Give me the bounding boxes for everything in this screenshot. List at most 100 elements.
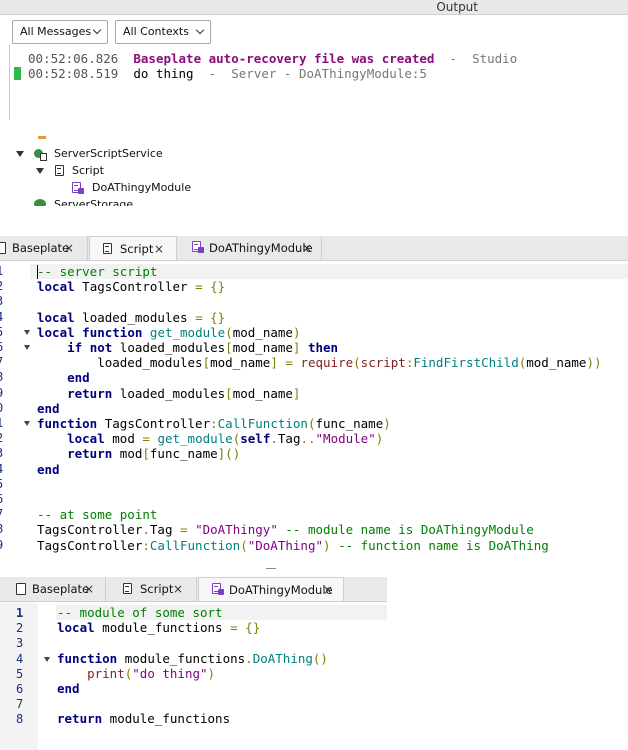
code-token: Tag	[149, 522, 180, 538]
code-token: ]()	[217, 446, 241, 462]
code-token: {}	[210, 279, 226, 295]
code-token: CallFunction	[149, 537, 241, 553]
line-number: 9	[0, 386, 3, 401]
log-timestamp: 00:52:06.826	[28, 51, 119, 66]
explorer-panel: ServerScriptService Script DoAThingyModu…	[0, 136, 200, 206]
code-line[interactable]: TagsController.Tag = "DoAThingy" -- modu…	[37, 522, 534, 537]
log-entry[interactable]: 00:52:06.826 Baseplate auto-recovery fil…	[28, 51, 517, 66]
code-token: )	[323, 537, 331, 553]
fold-arrow-icon[interactable]	[24, 329, 30, 335]
code-token: loaded_modules	[37, 355, 203, 371]
tab-baseplate[interactable]: Baseplate ×	[0, 236, 88, 260]
script-icon	[103, 243, 112, 254]
editor-tabbar: Baseplate × Script × DoAThingyModule ×	[0, 236, 628, 261]
tree-item-doathingymodule[interactable]: DoAThingyModule	[92, 180, 191, 196]
code-token: function	[37, 416, 98, 431]
code-token: module_functions	[117, 650, 246, 666]
fold-arrow-icon[interactable]	[44, 656, 50, 662]
scroll-indicator	[266, 568, 276, 569]
code-line[interactable]: function TagsController:CallFunction(fun…	[37, 416, 391, 431]
code-line[interactable]: local function get_module(mod_name)	[37, 325, 300, 340]
code-line[interactable]: end	[37, 370, 90, 385]
message-filter-dropdown[interactable]: All Messages	[12, 20, 108, 44]
code-line[interactable]: end	[37, 462, 60, 477]
code-token: mod	[112, 446, 143, 462]
code-line[interactable]: -- server script	[37, 264, 157, 279]
code-token: "do thing"	[132, 665, 208, 681]
code-token: =	[195, 309, 203, 325]
tab-label: DoAThingyModule	[229, 583, 333, 597]
expand-arrow-icon[interactable]	[36, 168, 44, 174]
code-token: ..	[300, 431, 316, 447]
fold-arrow-icon[interactable]	[24, 421, 30, 426]
baseplate-icon	[16, 583, 26, 595]
line-number: 5	[0, 325, 3, 340]
line-number: 5	[16, 666, 24, 681]
code-token: return	[57, 711, 103, 727]
tab-script[interactable]: Script ×	[107, 577, 197, 601]
tab-doathingymodule[interactable]: DoAThingyModule ×	[178, 236, 322, 260]
tab-baseplate[interactable]: Baseplate ×	[0, 577, 106, 601]
log-source: Studio	[472, 51, 518, 66]
tab-script[interactable]: Script ×	[89, 236, 177, 260]
code-token: Tag	[277, 431, 301, 447]
code-token: TagsController	[97, 416, 211, 431]
close-icon[interactable]: ×	[84, 577, 94, 601]
code-token: function	[82, 324, 143, 340]
code-line[interactable]: TagsController:CallFunction("DoAThing") …	[37, 538, 549, 553]
code-token: mod_name	[210, 355, 271, 371]
code-line[interactable]: if not loaded_modules[mod_name] then	[37, 340, 338, 355]
close-icon[interactable]: ×	[154, 237, 164, 261]
log-entry[interactable]: 00:52:08.519 do thing - Server - DoAThin…	[28, 66, 427, 81]
tree-item-script[interactable]: Script	[72, 163, 104, 179]
tab-label: Script	[140, 582, 174, 596]
code-token: return	[67, 446, 113, 462]
code-area[interactable]: -- server script local TagsController = {…	[37, 264, 628, 564]
close-icon[interactable]: ×	[323, 578, 333, 602]
code-line[interactable]: -- at some point	[37, 507, 157, 522]
code-token: CallFunction	[217, 416, 308, 431]
code-line[interactable]: print("do thing")	[57, 666, 215, 681]
code-line[interactable]: loaded_modules[mod_name] = require(scrip…	[37, 355, 601, 371]
line-number: 7	[0, 355, 3, 370]
code-line[interactable]: local mod = get_module(self.Tag.."Module…	[37, 431, 383, 446]
code-editor-module[interactable]: 12345678 -- module of some sort local mod…	[0, 603, 387, 750]
code-token: end	[37, 400, 60, 416]
code-line[interactable]: function module_functions.DoAThing()	[57, 651, 328, 666]
close-icon[interactable]: ×	[64, 236, 74, 260]
tab-doathingymodule[interactable]: DoAThingyModule ×	[198, 577, 344, 601]
code-line[interactable]: local loaded_modules = {}	[37, 310, 225, 325]
code-line[interactable]: end	[57, 681, 80, 696]
code-line[interactable]: return mod[func_name]()	[37, 446, 240, 461]
code-token: if	[67, 340, 83, 355]
code-area[interactable]: -- module of some sort local module_funct…	[57, 605, 387, 745]
code-token: [	[142, 446, 150, 462]
code-line[interactable]: return module_functions	[57, 711, 230, 726]
tree-item-serverstorage[interactable]: ServerStorage	[54, 197, 133, 206]
code-line[interactable]: end	[37, 401, 60, 416]
code-line[interactable]: local module_functions = {}	[57, 620, 260, 635]
output-divider	[9, 45, 10, 120]
tab-label: Baseplate	[32, 582, 90, 596]
close-icon[interactable]: ×	[173, 577, 183, 601]
code-line[interactable]: -- module of some sort	[57, 605, 223, 620]
code-token: local	[37, 279, 75, 295]
log-timestamp: 00:52:08.519	[28, 66, 119, 81]
context-filter-dropdown[interactable]: All Contexts	[115, 20, 211, 44]
baseplate-icon	[0, 242, 6, 254]
expand-arrow-icon[interactable]	[16, 151, 24, 157]
tree-item-serverscriptservice[interactable]: ServerScriptService	[54, 146, 163, 162]
line-number: 2	[0, 431, 3, 446]
code-line[interactable]: return loaded_modules[mod_name]	[37, 386, 300, 401]
code-token: get_module	[157, 431, 233, 447]
close-icon[interactable]: ×	[302, 236, 312, 260]
code-editor-script[interactable]: 1234567890123456789 -- server scriptloca…	[0, 261, 628, 571]
code-line[interactable]: local TagsController = {}	[37, 279, 225, 294]
fold-arrow-icon[interactable]	[24, 345, 30, 350]
code-token: -- module of some sort	[57, 605, 223, 620]
output-panel: Output All Messages All Contexts 00:52:0…	[0, 0, 628, 133]
module-badge-icon	[218, 589, 224, 595]
code-token: -- server script	[37, 264, 158, 279]
